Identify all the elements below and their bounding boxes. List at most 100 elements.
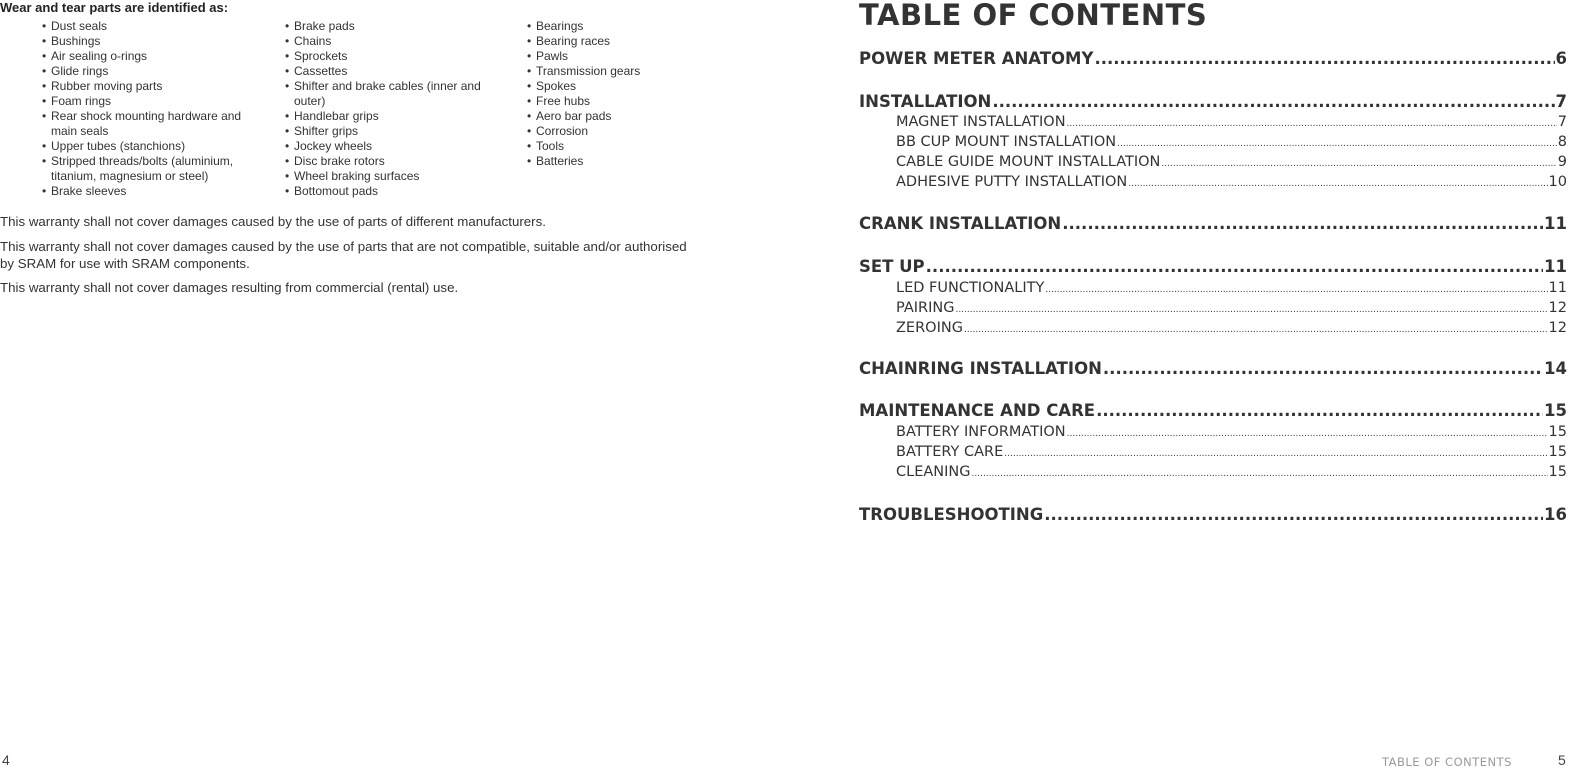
toc-entry-page: 10 — [1548, 174, 1567, 190]
toc-entry[interactable]: CLEANING 15 — [896, 464, 1567, 480]
toc-entry-page: 12 — [1548, 300, 1567, 316]
toc-entry-label: SET UP — [859, 257, 925, 276]
toc-entry[interactable]: CABLE GUIDE MOUNT INSTALLATION 9 — [896, 154, 1567, 170]
toc-entry[interactable]: CHAINRING INSTALLATION 14 — [859, 359, 1567, 378]
parts-list-item: Transmission gears — [527, 64, 727, 79]
toc-entry[interactable]: POWER METER ANATOMY 6 — [859, 49, 1567, 68]
toc-entry-label: PAIRING — [896, 300, 955, 316]
dot-leader — [1117, 139, 1557, 149]
toc-entry-page: 9 — [1557, 154, 1567, 170]
parts-list-item: Upper tubes (stanchions) — [42, 139, 257, 154]
warranty-paragraph: This warranty shall not cover damages re… — [0, 280, 459, 295]
parts-list-item: Rubber moving parts — [42, 79, 257, 94]
toc-entry[interactable]: INSTALLATION 7 — [859, 92, 1567, 111]
parts-list-item: Dust seals — [42, 19, 257, 34]
toc-entry[interactable]: MAGNET INSTALLATION 7 — [896, 114, 1567, 130]
parts-list-item: Aero bar pads — [527, 109, 727, 124]
parts-list-col-3: BearingsBearing racesPawlsTransmission g… — [527, 19, 727, 169]
dot-leader — [955, 305, 1547, 315]
dot-leader — [1067, 119, 1557, 129]
toc-entry-label: MAINTENANCE AND CARE — [859, 401, 1096, 420]
toc-entry[interactable]: BB CUP MOUNT INSTALLATION 8 — [896, 134, 1567, 150]
parts-list-item: Wheel braking surfaces — [285, 169, 485, 184]
parts-list-item: Free hubs — [527, 94, 727, 109]
toc-entry[interactable]: ZEROING 12 — [896, 320, 1567, 336]
parts-list-item: Cassettes — [285, 64, 485, 79]
parts-list-item: Chains — [285, 34, 485, 49]
toc-entry-label: CLEANING — [896, 464, 971, 480]
toc-entry[interactable]: CRANK INSTALLATION 11 — [859, 214, 1567, 233]
toc-entry[interactable]: PAIRING 12 — [896, 300, 1567, 316]
dot-leader — [972, 469, 1548, 479]
toc-entry-page: 15 — [1548, 424, 1567, 440]
parts-list-item: Bushings — [42, 34, 257, 49]
toc-entry[interactable]: TROUBLESHOOTING 16 — [859, 505, 1567, 524]
toc-entry-page: 11 — [1548, 280, 1567, 296]
dot-leader — [1128, 179, 1547, 189]
dot-leader — [992, 92, 1554, 111]
toc-entry-label: BATTERY CARE — [896, 444, 1004, 460]
parts-list-item: Shifter and brake cables (inner and oute… — [285, 79, 485, 109]
toc-entry-label: CABLE GUIDE MOUNT INSTALLATION — [896, 154, 1161, 170]
toc-entry-label: INSTALLATION — [859, 92, 992, 111]
toc-entry-page: 12 — [1548, 320, 1567, 336]
warranty-paragraph: This warranty shall not cover damages ca… — [0, 239, 687, 271]
toc-entry[interactable]: ADHESIVE PUTTY INSTALLATION 10 — [896, 174, 1567, 190]
toc-entry-label: CRANK INSTALLATION — [859, 214, 1062, 233]
parts-list-item: Stripped threads/bolts (aluminium, titan… — [42, 154, 257, 184]
toc-entry[interactable]: SET UP 11 — [859, 257, 1567, 276]
dot-leader — [1062, 214, 1543, 233]
toc-entry-page: 16 — [1544, 505, 1567, 524]
page-number-right: 5 — [1558, 752, 1566, 768]
toc-entry-label: MAGNET INSTALLATION — [896, 114, 1066, 130]
dot-leader — [1103, 359, 1543, 378]
toc-entry-page: 15 — [1548, 444, 1567, 460]
toc-entry[interactable]: MAINTENANCE AND CARE 15 — [859, 401, 1567, 420]
parts-list-item: Brake sleeves — [42, 184, 257, 199]
parts-list-item: Spokes — [527, 79, 727, 94]
toc-entry-page: 7 — [1557, 114, 1567, 130]
parts-list-col-1: Dust sealsBushingsAir sealing o-ringsGli… — [42, 19, 257, 199]
toc-entry-page: 11 — [1544, 214, 1567, 233]
toc-entry[interactable]: BATTERY CARE 15 — [896, 444, 1567, 460]
toc-title: TABLE OF CONTENTS — [859, 0, 1208, 32]
toc-entry-label: BATTERY INFORMATION — [896, 424, 1066, 440]
toc-entry-label: BB CUP MOUNT INSTALLATION — [896, 134, 1117, 150]
parts-list-item: Jockey wheels — [285, 139, 485, 154]
toc-entry-page: 15 — [1544, 401, 1567, 420]
dot-leader — [1067, 429, 1548, 439]
parts-list-item: Bearings — [527, 19, 727, 34]
toc-entry-label: LED FUNCTIONALITY — [896, 280, 1045, 296]
parts-list-item: Sprockets — [285, 49, 485, 64]
toc-entry-page: 6 — [1555, 49, 1567, 68]
parts-list-item: Brake pads — [285, 19, 485, 34]
toc-entry[interactable]: BATTERY INFORMATION 15 — [896, 424, 1567, 440]
toc-entry-label: POWER METER ANATOMY — [859, 49, 1094, 68]
dot-leader — [1161, 159, 1556, 169]
dot-leader — [964, 325, 1548, 335]
parts-list-item: Tools — [527, 139, 727, 154]
wear-parts-heading: Wear and tear parts are identified as: — [0, 0, 229, 15]
dot-leader — [1096, 401, 1543, 420]
parts-list-item: Pawls — [527, 49, 727, 64]
toc-entry-label: CHAINRING INSTALLATION — [859, 359, 1102, 378]
toc-entry-label: ZEROING — [896, 320, 963, 336]
footer-section-label: TABLE OF CONTENTS — [1382, 755, 1512, 769]
dot-leader — [1044, 505, 1543, 524]
parts-list-item: Corrosion — [527, 124, 727, 139]
parts-list-item: Batteries — [527, 154, 727, 169]
dot-leader — [1004, 449, 1547, 459]
toc-entry[interactable]: LED FUNCTIONALITY 11 — [896, 280, 1567, 296]
parts-list-item: Rear shock mounting hardware and main se… — [42, 109, 257, 139]
dot-leader — [1094, 49, 1554, 68]
warranty-paragraph: This warranty shall not cover damages ca… — [0, 214, 546, 229]
parts-list-col-2: Brake padsChainsSprocketsCassettesShifte… — [285, 19, 485, 199]
parts-list-item: Bottomout pads — [285, 184, 485, 199]
parts-list-item: Foam rings — [42, 94, 257, 109]
parts-list-item: Air sealing o-rings — [42, 49, 257, 64]
dot-leader — [1045, 285, 1547, 295]
dot-leader — [926, 257, 1543, 276]
parts-list-item: Handlebar grips — [285, 109, 485, 124]
parts-list-item: Disc brake rotors — [285, 154, 485, 169]
toc-entry-label: TROUBLESHOOTING — [859, 505, 1044, 524]
